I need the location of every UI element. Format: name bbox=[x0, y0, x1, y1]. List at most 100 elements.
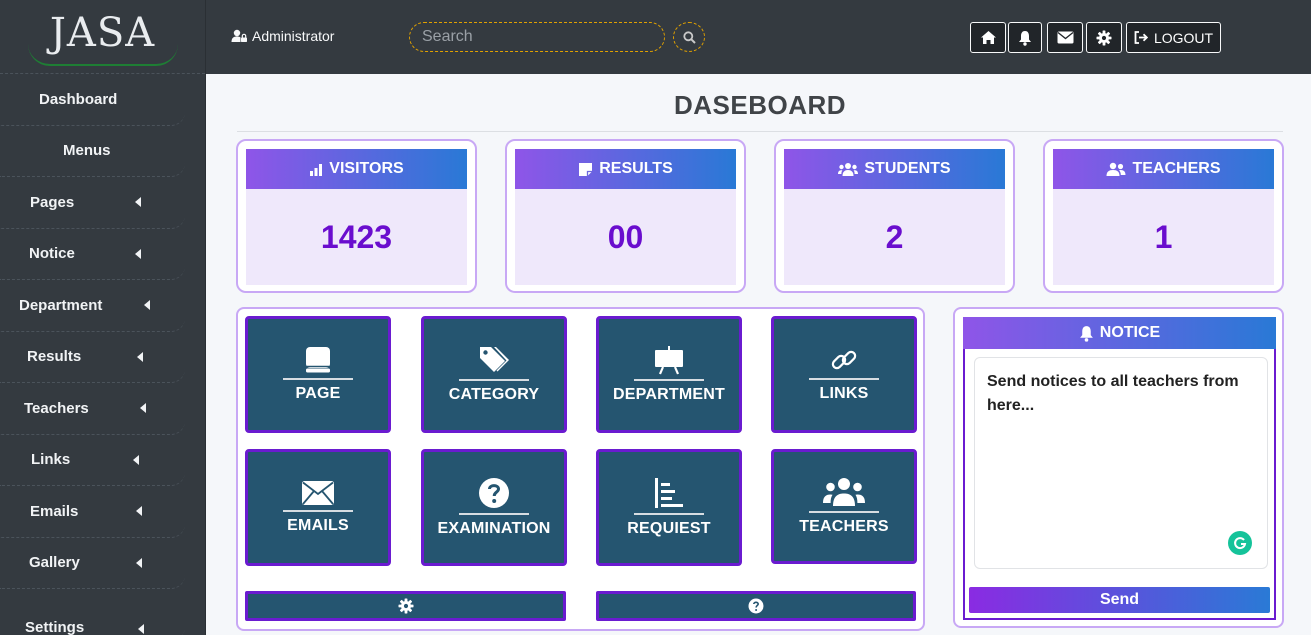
sidebar-item-notice[interactable]: Notice bbox=[0, 229, 185, 280]
sidebar-item-label: Teachers bbox=[24, 399, 89, 417]
question-circle-icon bbox=[479, 478, 509, 508]
logout-button[interactable]: LOGOUT bbox=[1126, 22, 1221, 53]
notifications-button[interactable] bbox=[1008, 22, 1042, 53]
easel-icon bbox=[655, 346, 683, 375]
tile-label: TEACHERS bbox=[799, 518, 889, 535]
sidebar-item-pages[interactable]: Pages bbox=[0, 177, 185, 229]
messages-button[interactable] bbox=[1047, 22, 1083, 53]
tile-request[interactable]: REQUIEST bbox=[596, 449, 742, 566]
caret-left-icon bbox=[144, 300, 150, 311]
gear-icon bbox=[398, 598, 413, 614]
caret-left-icon bbox=[138, 624, 144, 634]
search-input[interactable] bbox=[409, 22, 665, 52]
tile-label: EXAMINATION bbox=[437, 520, 551, 537]
logout-label: LOGOUT bbox=[1153, 29, 1214, 46]
main-content: DASEBOARD VISITORS 1423 RESULTS 00 STUDE… bbox=[207, 74, 1311, 635]
caret-left-icon bbox=[136, 506, 142, 517]
sidebar-item-links[interactable]: Links bbox=[0, 435, 185, 486]
sidebar-item-settings[interactable]: Settings bbox=[0, 589, 185, 635]
stat-card-label: STUDENTS bbox=[864, 160, 951, 177]
sidebar-item-label: Notice bbox=[29, 245, 75, 263]
caret-left-icon bbox=[140, 403, 146, 414]
sidebar-item-label: Links bbox=[31, 451, 71, 469]
topbar: Administrator Search LOGOUT bbox=[206, 0, 1311, 74]
sidebar-item-dashboard[interactable]: Dashboard bbox=[0, 74, 185, 126]
help-shortcut-button[interactable] bbox=[596, 591, 916, 621]
gear-icon bbox=[1096, 30, 1112, 45]
stat-card-value: 1 bbox=[1053, 189, 1274, 285]
sidebar-item-label: Results bbox=[27, 348, 82, 366]
send-button[interactable]: Send bbox=[969, 587, 1270, 613]
user-menu[interactable]: Administrator bbox=[231, 28, 334, 44]
stat-card-visitors: VISITORS 1423 bbox=[236, 139, 477, 293]
home-button[interactable] bbox=[970, 22, 1006, 53]
notice-header: NOTICE bbox=[963, 317, 1276, 349]
note-icon bbox=[579, 162, 593, 176]
stat-card-teachers: TEACHERS 1 bbox=[1043, 139, 1284, 293]
grammarly-icon[interactable] bbox=[1228, 531, 1252, 555]
brand-logo[interactable]: JASA bbox=[27, 10, 178, 66]
tile-label: CATEGORY bbox=[448, 386, 540, 403]
tile-label: PAGE bbox=[295, 385, 341, 402]
stat-card-label: RESULTS bbox=[599, 160, 673, 177]
question-circle-icon bbox=[748, 598, 764, 614]
bar-chart-icon bbox=[310, 163, 323, 176]
envelope-icon bbox=[302, 481, 334, 505]
stat-card-header: RESULTS bbox=[515, 149, 736, 189]
notice-textarea[interactable]: Send notices to all teachers from here..… bbox=[974, 357, 1268, 569]
tile-examination[interactable]: EXAMINATION bbox=[421, 449, 567, 566]
tags-icon bbox=[480, 347, 509, 372]
notice-form: Send notices to all teachers from here..… bbox=[963, 349, 1276, 620]
sidebar-item-menus[interactable]: Menus bbox=[0, 126, 185, 177]
sidebar-item-emails[interactable]: Emails bbox=[0, 486, 185, 538]
sidebar: JASA Dashboard Menus Pages Notice Depart… bbox=[0, 0, 206, 635]
user-lock-icon bbox=[231, 29, 247, 42]
caret-left-icon bbox=[135, 197, 141, 208]
sidebar-item-label: Settings bbox=[25, 619, 85, 635]
sidebar-item-gallery[interactable]: Gallery bbox=[0, 538, 185, 589]
tile-links[interactable]: LINKS bbox=[771, 316, 917, 433]
bell-icon bbox=[1079, 325, 1093, 342]
sidebar-item-results[interactable]: Results bbox=[0, 332, 185, 383]
sidebar-item-label: Gallery bbox=[29, 554, 80, 572]
sidebar-item-label: Dashboard bbox=[39, 90, 118, 108]
home-icon bbox=[980, 31, 996, 44]
tile-category[interactable]: CATEGORY bbox=[421, 316, 567, 433]
search-button[interactable] bbox=[673, 22, 705, 52]
sidebar-item-label: Department bbox=[19, 296, 103, 314]
tile-page[interactable]: PAGE bbox=[245, 316, 391, 433]
tile-label: REQUIEST bbox=[627, 520, 711, 537]
stat-card-header: STUDENTS bbox=[784, 149, 1005, 189]
stat-card-header: TEACHERS bbox=[1053, 149, 1274, 189]
settings-button[interactable] bbox=[1086, 22, 1122, 53]
stat-card-value: 00 bbox=[515, 189, 736, 285]
quick-links-panel: PAGE CATEGORY DEPARTMENT LINKS EMAILS EX… bbox=[236, 307, 925, 631]
sidebar-item-label: Pages bbox=[30, 193, 75, 211]
caret-left-icon bbox=[135, 248, 141, 259]
stat-card-results: RESULTS 00 bbox=[505, 139, 746, 293]
notice-title: NOTICE bbox=[1099, 324, 1161, 341]
user-name: Administrator bbox=[252, 28, 335, 44]
settings-shortcut-button[interactable] bbox=[245, 591, 566, 621]
tile-label: DEPARTMENT bbox=[613, 386, 725, 403]
tile-emails[interactable]: EMAILS bbox=[245, 449, 391, 566]
link-icon bbox=[831, 350, 857, 370]
stat-card-value: 2 bbox=[784, 189, 1005, 285]
caret-left-icon bbox=[133, 454, 139, 465]
app-root: JASA Dashboard Menus Pages Notice Depart… bbox=[0, 0, 1311, 635]
stat-card-value: 1423 bbox=[246, 189, 467, 285]
users-icon bbox=[838, 163, 859, 176]
sidebar-item-teachers[interactable]: Teachers bbox=[0, 383, 185, 435]
sidebar-item-department[interactable]: Department bbox=[0, 280, 185, 332]
page-title: DASEBOARD bbox=[673, 90, 847, 120]
user-friends-icon bbox=[1106, 162, 1126, 176]
stat-card-label: TEACHERS bbox=[1132, 160, 1221, 177]
caret-left-icon bbox=[136, 557, 142, 568]
envelope-icon bbox=[1057, 31, 1073, 44]
brand: JASA bbox=[0, 0, 205, 74]
tile-label: EMAILS bbox=[287, 517, 349, 534]
sign-out-icon bbox=[1134, 31, 1148, 44]
tile-teachers[interactable]: TEACHERS bbox=[771, 449, 917, 564]
sidebar-item-label: Menus bbox=[63, 142, 111, 160]
tile-department[interactable]: DEPARTMENT bbox=[596, 316, 742, 433]
